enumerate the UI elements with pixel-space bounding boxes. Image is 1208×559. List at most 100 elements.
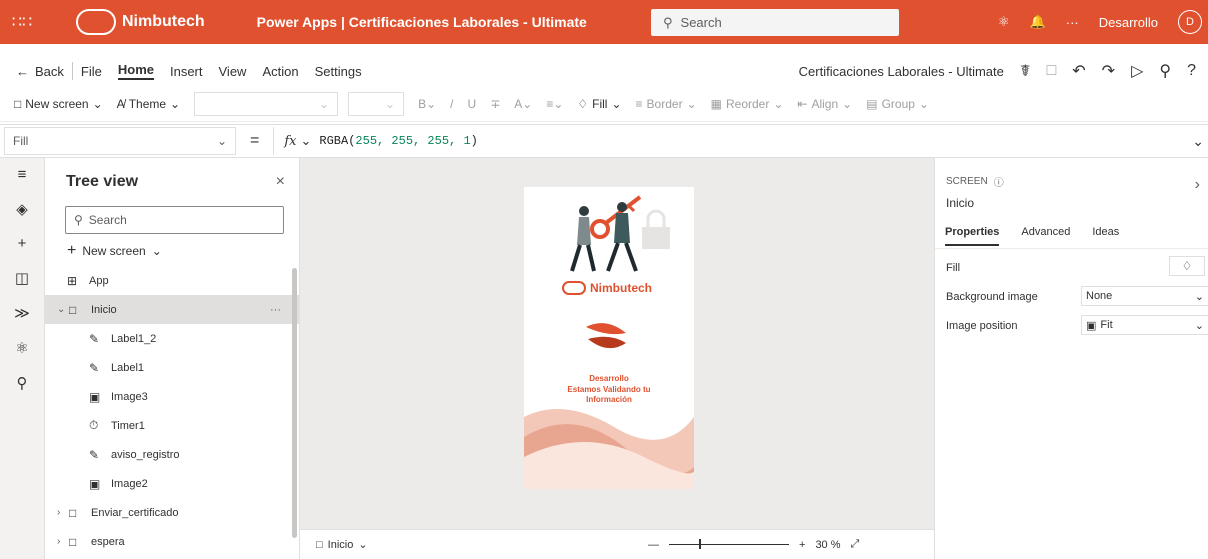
group-button: ▤ Group ⌄: [866, 97, 929, 111]
plus-icon[interactable]: +: [18, 235, 27, 252]
tree-item-image3[interactable]: ▣ Image3: [45, 382, 299, 411]
media-icon[interactable]: ≫: [14, 304, 30, 322]
tree-scrollbar[interactable]: [292, 268, 297, 538]
undo-icon[interactable]: ↶: [1072, 61, 1085, 81]
tree-item-label: Label1: [111, 361, 145, 374]
label-icon: ✎: [89, 447, 100, 462]
redo-icon[interactable]: ↷: [1102, 61, 1115, 81]
zoom-slider-thumb[interactable]: [699, 539, 701, 549]
tree-item-inicio[interactable]: ⌄ □ Inicio ···: [45, 295, 299, 324]
cloud-logo-icon: [562, 281, 586, 295]
environment-icon[interactable]: ⚛: [998, 14, 1010, 30]
screen-icon: □: [69, 302, 77, 317]
menu-insert[interactable]: Insert: [170, 64, 203, 79]
tree-new-screen-button[interactable]: + New screen ⌄: [67, 242, 299, 260]
help-icon[interactable]: ?: [1187, 62, 1196, 80]
tree-item-label1-2[interactable]: ✎ Label1_2: [45, 324, 299, 353]
screen-selector[interactable]: □ Inicio ⌄: [316, 538, 368, 552]
expand-formula-icon[interactable]: ⌄: [1192, 133, 1204, 150]
theme-button[interactable]: A̸ Theme ⌄: [117, 97, 180, 111]
fill-label: Fill: [946, 262, 961, 274]
formula-input[interactable]: RGBA(255, 255, 255, 1): [319, 134, 477, 148]
chevron-down-icon: ⌄: [300, 133, 312, 148]
app-launcher-icon[interactable]: ∷∷: [0, 0, 44, 44]
data-icon[interactable]: ◫: [15, 269, 29, 287]
menu-action[interactable]: Action: [262, 64, 298, 79]
chevron-right-icon[interactable]: ›: [57, 507, 69, 518]
screen-icon: □: [69, 505, 77, 520]
tree-search-input[interactable]: ⚲ Search: [65, 206, 284, 234]
comments-icon[interactable]: □: [1047, 62, 1057, 80]
search-icon: ⚲: [663, 14, 673, 30]
user-name[interactable]: Desarrollo: [1099, 15, 1158, 30]
search-icon: ⚲: [74, 213, 83, 227]
menu-view[interactable]: View: [219, 64, 247, 79]
bg-image-dropdown[interactable]: None ⌄: [1081, 286, 1208, 306]
back-label: Back: [35, 63, 64, 79]
global-search[interactable]: ⚲ Search: [651, 9, 899, 36]
chevron-down-icon: ⌄: [151, 244, 162, 258]
menubar-right: Certificaciones Laborales - Ultimate ☤ □…: [799, 61, 1196, 81]
key-icon: [590, 219, 610, 239]
fill-button[interactable]: ♢ Fill ⌄: [577, 97, 621, 111]
notification-icon[interactable]: 🔔: [1030, 14, 1046, 30]
menu-file[interactable]: File: [81, 64, 102, 79]
design-canvas[interactable]: Nimbutech Desarrollo Estamos Validando t…: [300, 158, 934, 529]
back-button[interactable]: ← Back: [16, 64, 64, 79]
chevron-down-icon[interactable]: ⌄: [57, 304, 69, 315]
function-button[interactable]: fx ⌄: [273, 127, 311, 155]
tree-item-timer1[interactable]: ⏱ Timer1: [45, 411, 299, 440]
tab-advanced[interactable]: Advanced: [1021, 226, 1070, 246]
chevron-down-icon: ⌄: [1194, 290, 1204, 303]
menu-home[interactable]: Home: [117, 62, 154, 80]
fit-to-window-icon[interactable]: ⤢: [851, 538, 860, 551]
avatar[interactable]: D: [1178, 10, 1202, 34]
img-pos-display: ▣ Fit: [1086, 319, 1113, 332]
tree-item-label1[interactable]: ✎ Label1: [45, 353, 299, 382]
tab-properties[interactable]: Properties: [945, 226, 1000, 246]
chevron-down-icon: ⌄: [358, 539, 368, 551]
close-icon[interactable]: ×: [276, 173, 285, 191]
canvas-brand: Nimbutech: [562, 281, 652, 295]
zoom-in-icon[interactable]: +: [799, 539, 805, 551]
layers-icon[interactable]: ◈: [16, 200, 28, 218]
zoom-out-icon[interactable]: —: [648, 539, 659, 551]
fill-color-picker[interactable]: ♢: [1169, 256, 1205, 276]
hamburger-icon[interactable]: ≡: [18, 166, 27, 183]
tools-icon[interactable]: ⚛: [15, 339, 28, 357]
font-family-dropdown: ⌄: [194, 91, 339, 116]
tab-ideas[interactable]: Ideas: [1092, 226, 1119, 246]
tree-item-enviar-certificado[interactable]: › □ Enviar_certificado: [45, 498, 299, 527]
more-icon[interactable]: ···: [1066, 15, 1079, 30]
search-icon[interactable]: ⚲: [17, 374, 28, 392]
menu-settings[interactable]: Settings: [315, 64, 362, 79]
chevron-right-icon[interactable]: ›: [1195, 176, 1200, 194]
img-pos-dropdown[interactable]: ▣ Fit ⌄: [1081, 315, 1208, 335]
tree-item-aviso-registro[interactable]: ✎ aviso_registro: [45, 440, 299, 469]
tree-item-app[interactable]: ⊞ App: [45, 266, 299, 295]
share-icon[interactable]: ⚲: [1159, 61, 1171, 81]
tree-item-label: Image3: [111, 390, 148, 403]
left-rail: ≡ ◈ + ◫ ≫ ⚛ ⚲: [0, 158, 45, 559]
tree-item-image2[interactable]: ▣ Image2: [45, 469, 299, 498]
property-dropdown[interactable]: Fill ⌄: [4, 127, 236, 155]
new-screen-button[interactable]: □ New screen ⌄: [14, 97, 103, 111]
help-circle-icon[interactable]: ⓘ: [994, 174, 1004, 189]
app-checker-icon[interactable]: ☤: [1020, 61, 1031, 81]
chevron-right-icon[interactable]: ›: [57, 536, 69, 547]
fx-icon: fx: [284, 133, 297, 149]
screen-preview[interactable]: Nimbutech Desarrollo Estamos Validando t…: [524, 187, 694, 489]
fill-icon: ♢: [577, 96, 589, 111]
tree-item-espera[interactable]: › □ espera: [45, 527, 299, 556]
brand-name: Nimbutech: [122, 13, 205, 30]
formula-bar: Fill ⌄ = fx ⌄ RGBA(255, 255, 255, 1) ⌄: [0, 124, 1208, 158]
chevron-down-icon: ⌄: [686, 96, 697, 111]
arrow-left-icon: ←: [16, 63, 29, 79]
group-icon: ▤: [866, 96, 878, 111]
property-value: Fill: [13, 134, 29, 148]
tree-view-panel: Tree view × ⚲ Search + New screen ⌄ ⊞ Ap…: [45, 158, 300, 559]
more-options-icon[interactable]: ···: [270, 304, 281, 316]
reorder-label: Reorder: [725, 96, 770, 111]
play-icon[interactable]: ▷: [1131, 61, 1143, 81]
zoom-slider[interactable]: [669, 539, 789, 549]
